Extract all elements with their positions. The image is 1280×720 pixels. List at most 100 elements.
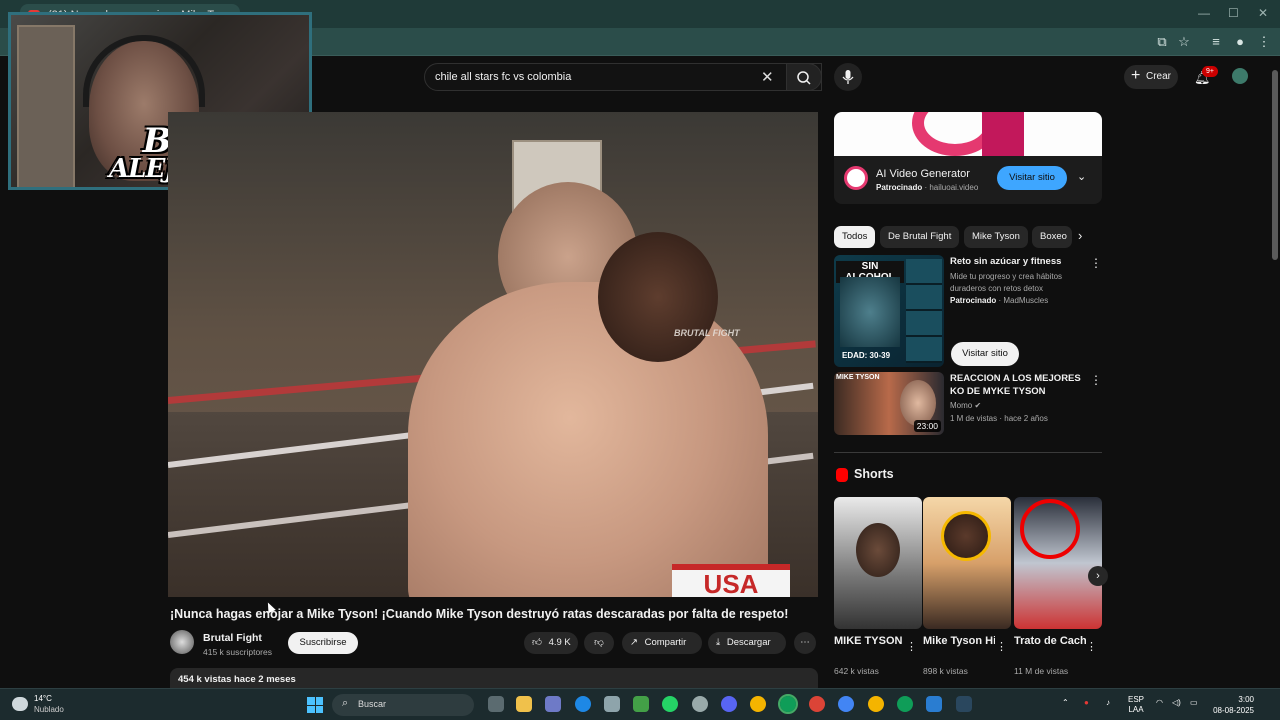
- taskbar-search[interactable]: ⌕ Buscar: [332, 694, 474, 716]
- weather-temperature[interactable]: 14°C: [34, 694, 52, 703]
- chip-mike-tyson[interactable]: Mike Tyson: [964, 226, 1028, 248]
- task-view-icon[interactable]: [488, 696, 504, 712]
- channel-subscribers: 415 k suscriptores: [203, 647, 272, 657]
- store-icon[interactable]: [545, 696, 561, 712]
- create-button[interactable]: + Crear: [1124, 65, 1178, 89]
- rec-title[interactable]: REACCION A LOS MEJORES KO DE MYKE TYSON: [950, 372, 1082, 398]
- short-thumbnail-2[interactable]: [923, 497, 1011, 629]
- chevron-right-icon[interactable]: ›: [1078, 228, 1082, 243]
- short-more-icon-2[interactable]: ⋮: [996, 640, 1007, 653]
- short-title-1[interactable]: MIKE TYSON HUMILLÓ A...: [834, 634, 906, 648]
- app-icon-1[interactable]: [604, 696, 620, 712]
- chrome-active-icon[interactable]: [778, 694, 798, 714]
- chip-boxeo[interactable]: Boxeo: [1032, 226, 1072, 248]
- short-title-3[interactable]: Trato de Cachetear ...: [1014, 634, 1086, 648]
- ad-sponsor-line: Patrocinado · hailuoai.video: [876, 183, 979, 192]
- more-vertical-icon[interactable]: ⋮: [1090, 256, 1102, 270]
- app-icon-3[interactable]: [926, 696, 942, 712]
- rec-thumbnail[interactable]: MIKE TYSON 23:00: [834, 372, 944, 435]
- rec-visit-button[interactable]: Visitar sitio: [951, 342, 1019, 366]
- volume-icon[interactable]: ◁): [1172, 698, 1181, 708]
- app-tray-icon[interactable]: ●: [1084, 698, 1089, 708]
- more-actions-button[interactable]: ⋯: [794, 632, 816, 654]
- shorts-heading: Shorts: [854, 467, 894, 481]
- discord-icon[interactable]: [721, 696, 737, 712]
- edge-icon[interactable]: [575, 696, 591, 712]
- chip-de-brutal-fight[interactable]: De Brutal Fight: [880, 226, 960, 248]
- rec-thumb-text: MIKE TYSON: [836, 374, 880, 381]
- short-2-face: [941, 511, 991, 561]
- download-button[interactable]: ⤓ Descargar: [708, 632, 786, 654]
- chip-todos[interactable]: Todos: [834, 226, 876, 248]
- clock-date: 08-08-2025: [1213, 706, 1254, 715]
- short-thumbnail-1[interactable]: [834, 497, 922, 629]
- account-avatar[interactable]: [1232, 68, 1248, 84]
- taskbar-clock[interactable]: 3:00 08-08-2025: [1210, 694, 1254, 716]
- xbox-icon[interactable]: [633, 696, 649, 712]
- rec-channel[interactable]: Momo: [950, 401, 972, 410]
- windows-start-icon[interactable]: [307, 697, 323, 713]
- create-label: Crear: [1146, 71, 1172, 82]
- chrome-icon[interactable]: [750, 696, 766, 712]
- chrome-profile-icon-2[interactable]: [838, 696, 854, 712]
- more-vertical-icon-2[interactable]: ⋮: [1090, 373, 1102, 387]
- clock-time: 3:00: [1238, 695, 1254, 704]
- chrome-profile-icon-4[interactable]: [897, 696, 913, 712]
- browser-menu-icon[interactable]: ⋮: [1256, 34, 1272, 50]
- screen: (21) Nunca hagas enojar a Mike Tyson - Y…: [0, 0, 1280, 720]
- bookmark-star-icon[interactable]: ☆: [1176, 34, 1192, 50]
- short-more-icon-1[interactable]: ⋮: [906, 640, 917, 653]
- share-button[interactable]: ↗ Compartir: [622, 632, 702, 654]
- rec-title-sponsored[interactable]: Reto sin azúcar y fitness: [950, 255, 1082, 268]
- app-icon-2[interactable]: [692, 696, 708, 712]
- rec-thumbnail-sponsored[interactable]: SIN ALCOHOL EDAD: 30-39: [834, 255, 944, 367]
- video-player[interactable]: BRUTAL FIGHT USA: [168, 112, 818, 597]
- more-horizontal-icon: ⋯: [800, 637, 810, 648]
- steam-icon[interactable]: [956, 696, 972, 712]
- chrome-profile-icon-1[interactable]: [809, 696, 825, 712]
- download-label: Descargar: [726, 637, 771, 648]
- ad-visit-button[interactable]: Visitar sitio: [997, 166, 1067, 190]
- search-box[interactable]: chile all stars fc vs colombia ✕: [424, 63, 822, 91]
- ad-name: AI Video Generator: [876, 168, 970, 180]
- window-minimize-button[interactable]: —: [1198, 6, 1210, 20]
- window-close-button[interactable]: ✕: [1258, 6, 1268, 20]
- scrollbar-thumb[interactable]: [1272, 70, 1278, 260]
- clear-search-icon[interactable]: ✕: [761, 68, 774, 86]
- channel-name[interactable]: Brutal Fight: [203, 632, 262, 644]
- chrome-profile-icon-3[interactable]: [868, 696, 884, 712]
- short-thumbnail-3[interactable]: [1014, 497, 1102, 629]
- like-count: 4.9 K: [548, 637, 571, 648]
- share-icon: ↗: [630, 637, 638, 648]
- language-indicator[interactable]: ESP LAA: [1128, 695, 1144, 715]
- voice-search-button[interactable]: [834, 63, 862, 91]
- chevron-down-icon[interactable]: ⌄: [1077, 170, 1086, 183]
- cloud-weather-icon[interactable]: [12, 697, 28, 711]
- sidebar-divider: [834, 452, 1102, 453]
- media-controls-icon[interactable]: ≡: [1208, 34, 1224, 50]
- short-title-2[interactable]: Mike Tyson Hizo ...: [923, 634, 995, 648]
- ad-domain: hailuoai.video: [929, 183, 979, 192]
- subscribe-button[interactable]: Suscribirse: [288, 632, 358, 654]
- dislike-button[interactable]: 👎︎: [584, 632, 614, 654]
- shorts-next-button[interactable]: ›: [1088, 566, 1108, 586]
- wifi-icon[interactable]: ◠: [1156, 698, 1163, 708]
- like-button[interactable]: 👍︎ 4.9 K: [524, 632, 578, 654]
- video-fighter-head-2: [598, 232, 718, 362]
- install-app-icon[interactable]: ⧉: [1154, 34, 1170, 50]
- rec-channel-line: Momo ✔: [950, 400, 1085, 412]
- search-input[interactable]: chile all stars fc vs colombia: [435, 71, 571, 83]
- channel-avatar[interactable]: [170, 630, 194, 654]
- ad-card[interactable]: AI Video Generator Patrocinado · hailuoa…: [834, 112, 1102, 204]
- whatsapp-icon[interactable]: [662, 696, 678, 712]
- short-more-icon-3[interactable]: ⋮: [1086, 640, 1097, 653]
- show-hidden-icons[interactable]: ⌃: [1062, 698, 1069, 708]
- microphone-tray-icon[interactable]: ♪: [1106, 698, 1110, 708]
- window-maximize-button[interactable]: ☐: [1228, 6, 1239, 20]
- weather-condition[interactable]: Nublado: [34, 705, 64, 714]
- rec-advertiser: MadMuscles: [1003, 296, 1049, 305]
- file-explorer-icon[interactable]: [516, 696, 532, 712]
- battery-icon[interactable]: ▭: [1190, 698, 1198, 708]
- profile-icon[interactable]: ●: [1232, 34, 1248, 50]
- search-button[interactable]: [786, 63, 822, 91]
